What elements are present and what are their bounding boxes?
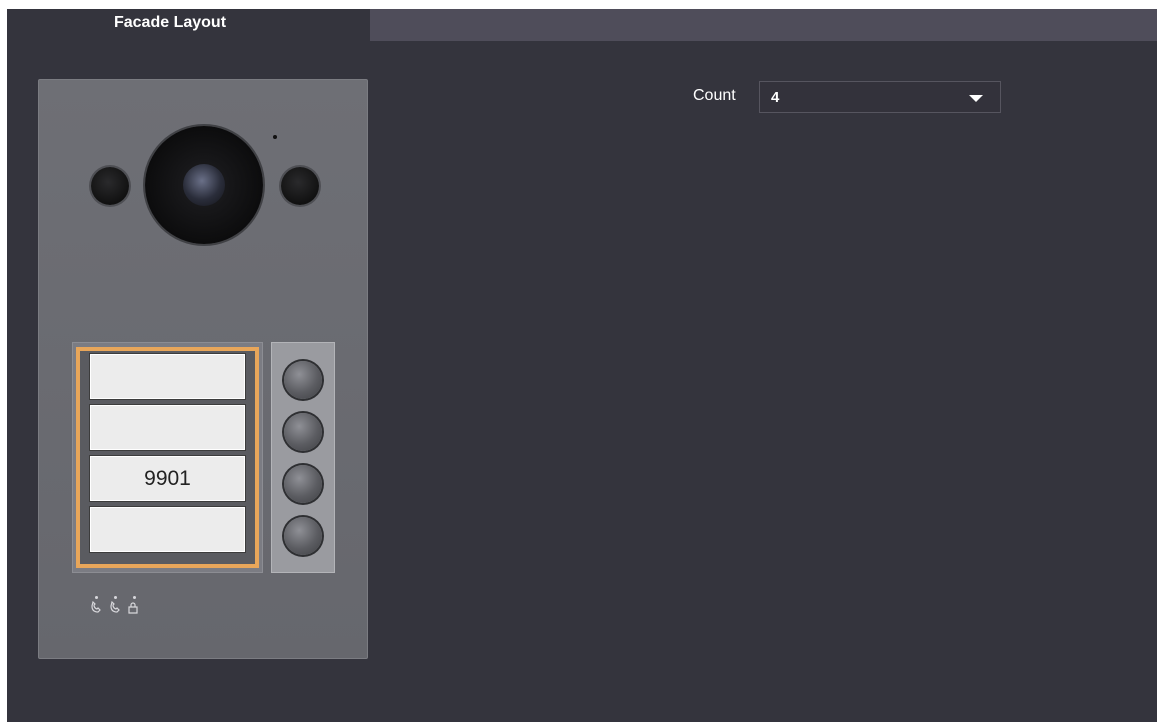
name-plate-selection: 9901	[76, 347, 259, 568]
phone-icon	[110, 600, 120, 613]
camera-lens	[183, 164, 225, 206]
tab-bar: Facade Layout	[7, 9, 1157, 41]
door-station-preview: 9901	[38, 79, 368, 659]
call-button-4[interactable]	[284, 517, 322, 555]
name-slot-1[interactable]	[89, 353, 246, 400]
count-select[interactable]: 4	[759, 81, 1001, 113]
name-slot-2[interactable]	[89, 404, 246, 451]
app-window: Facade Layout 9901 Count 4	[7, 9, 1157, 722]
name-plate-panel: 9901	[72, 342, 263, 573]
camera-icon	[145, 126, 263, 244]
call-button-3[interactable]	[284, 465, 322, 503]
call-button-1[interactable]	[284, 361, 322, 399]
call-button-2[interactable]	[284, 413, 322, 451]
ir-led-left-icon	[91, 167, 129, 205]
chevron-down-icon	[969, 95, 983, 102]
name-slot-3[interactable]: 9901	[89, 455, 246, 502]
tab-facade-layout[interactable]: Facade Layout	[7, 9, 370, 41]
tab-label: Facade Layout	[113, 14, 227, 31]
phone-icon	[91, 600, 101, 613]
lock-icon	[128, 602, 138, 614]
microphone-icon	[273, 135, 277, 139]
status-indicators	[89, 596, 159, 618]
count-label: Count	[693, 87, 736, 104]
count-value: 4	[771, 88, 780, 106]
ir-led-right-icon	[281, 167, 319, 205]
name-slot-4[interactable]	[89, 506, 246, 553]
call-button-panel	[271, 342, 335, 573]
